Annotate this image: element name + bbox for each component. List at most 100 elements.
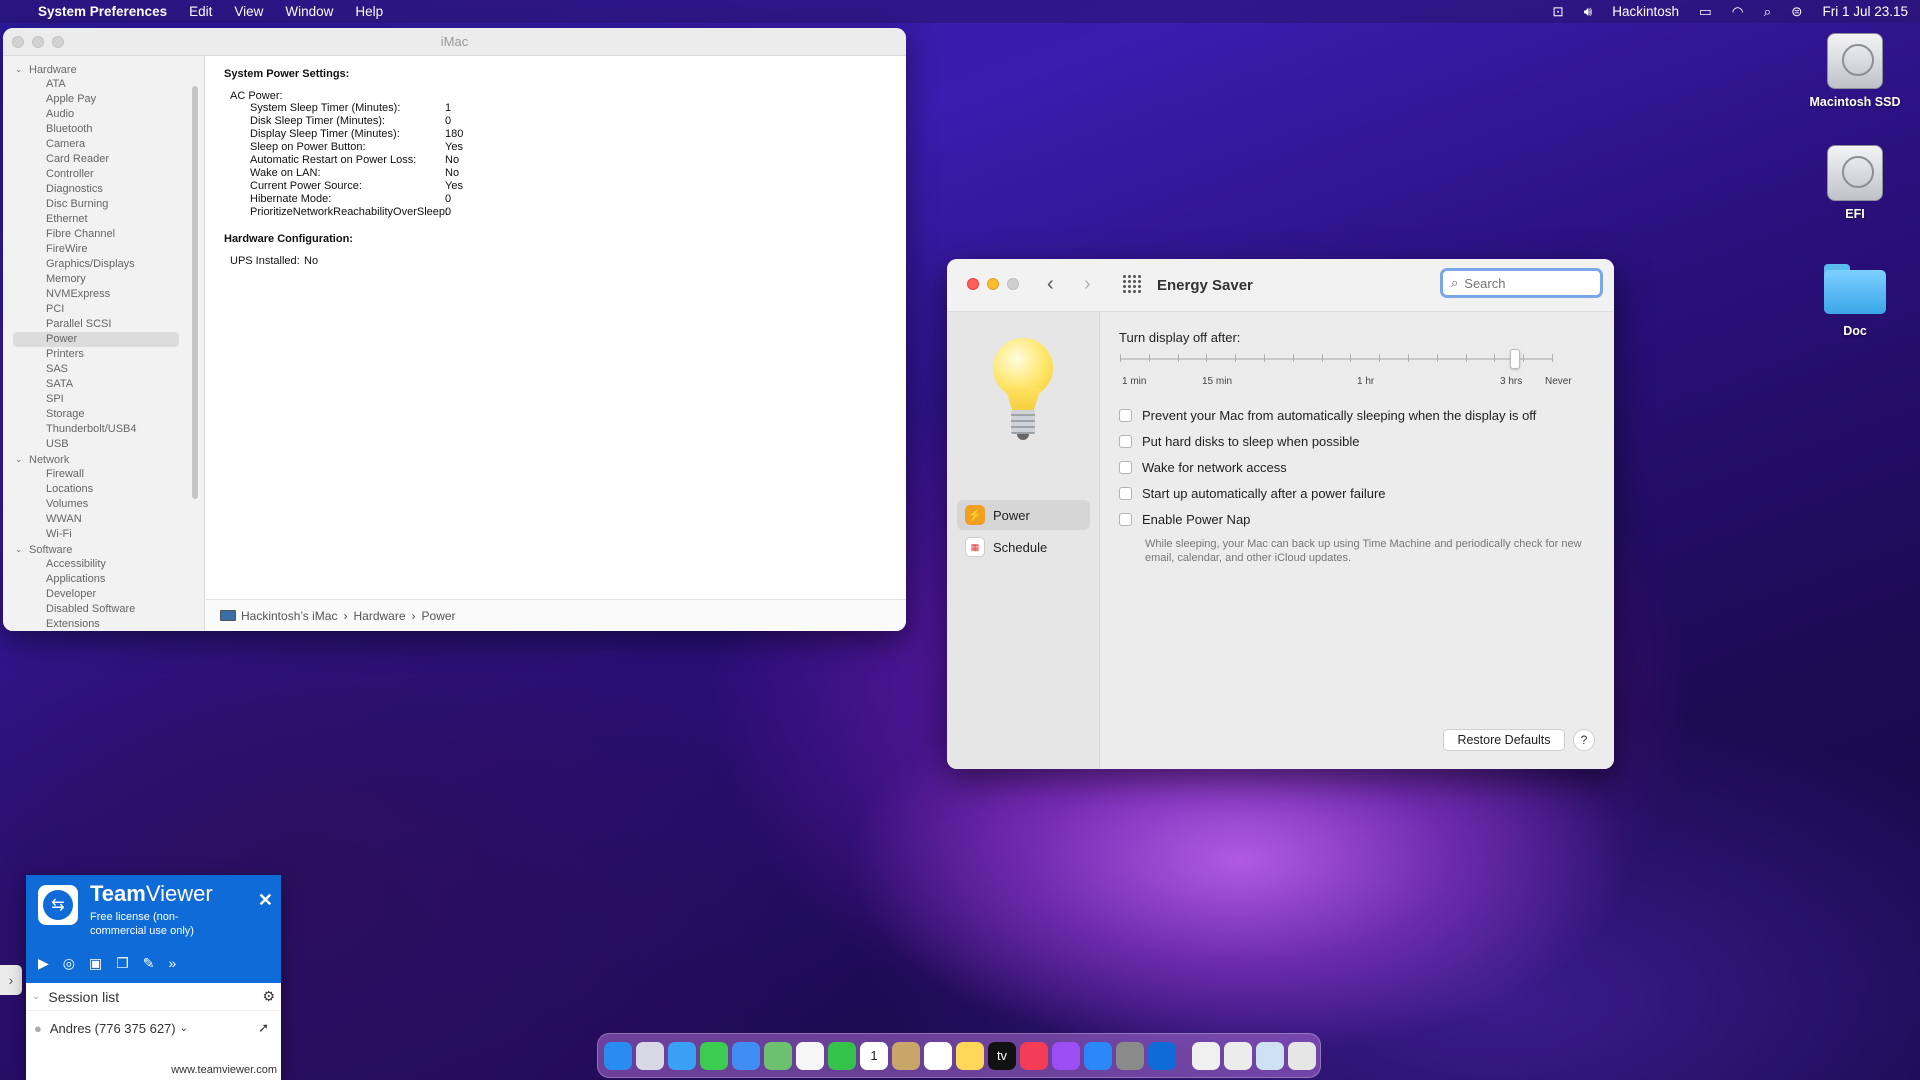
- window-titlebar[interactable]: ‹ › Energy Saver ⌕: [947, 259, 1614, 312]
- contacts-icon[interactable]: [892, 1041, 920, 1070]
- sidebar-item-camera[interactable]: Camera: [3, 137, 204, 152]
- files-icon[interactable]: ❐: [116, 955, 129, 972]
- gear-icon[interactable]: ⚙: [262, 988, 275, 1005]
- sidebar-group-hardware[interactable]: ⌄ Hardware: [3, 62, 204, 77]
- reminders-icon[interactable]: [924, 1041, 952, 1070]
- menu-app-name[interactable]: System Preferences: [38, 4, 167, 19]
- chevron-down-icon[interactable]: ⌄: [180, 1023, 188, 1034]
- tv-icon[interactable]: tv: [988, 1041, 1016, 1070]
- checkbox-row[interactable]: Prevent your Mac from automatically slee…: [1119, 408, 1536, 423]
- menu-help[interactable]: Help: [355, 4, 383, 19]
- facetime-icon[interactable]: [828, 1041, 856, 1070]
- tools-icon[interactable]: ✎: [143, 955, 155, 972]
- slider-knob[interactable]: [1510, 349, 1520, 369]
- photos-icon[interactable]: [796, 1041, 824, 1070]
- sidebar-scrollbar[interactable]: [192, 86, 198, 499]
- sidebar-item-nvmexpress[interactable]: NVMExpress: [3, 287, 204, 302]
- sidebar-item-developer[interactable]: Developer: [3, 587, 204, 602]
- sidebar-item-firewire[interactable]: FireWire: [3, 242, 204, 257]
- close-icon[interactable]: ✕: [258, 890, 273, 911]
- sysprefs-icon[interactable]: [1116, 1041, 1144, 1070]
- sidebar-item-disabled-software[interactable]: Disabled Software: [3, 602, 204, 617]
- sidebar-item-wi-fi[interactable]: Wi-Fi: [3, 527, 204, 542]
- sidebar-item-power[interactable]: Power: [13, 332, 179, 347]
- teamviewer-expand-tab[interactable]: ›: [0, 965, 22, 995]
- sidebar-item-firewall[interactable]: Firewall: [3, 467, 204, 482]
- wifi-icon[interactable]: ◠: [1732, 4, 1744, 20]
- minimize-button[interactable]: [987, 278, 999, 290]
- search-field[interactable]: ⌕: [1440, 268, 1603, 298]
- menu-view[interactable]: View: [234, 4, 263, 19]
- sidebar-item-card-reader[interactable]: Card Reader: [3, 152, 204, 167]
- checkbox-row[interactable]: Enable Power Nap: [1119, 512, 1250, 527]
- restore-defaults-button[interactable]: Restore Defaults: [1443, 729, 1565, 751]
- menu-window[interactable]: Window: [285, 4, 333, 19]
- trash-icon[interactable]: [1288, 1041, 1316, 1070]
- control-center-icon[interactable]: ⊜: [1791, 4, 1802, 20]
- sidebar-item-graphics-displays[interactable]: Graphics/Displays: [3, 257, 204, 272]
- checkbox[interactable]: [1119, 461, 1132, 474]
- teamviewer-url[interactable]: www.teamviewer.com: [171, 1064, 277, 1076]
- menu-edit[interactable]: Edit: [189, 4, 212, 19]
- flag-icon[interactable]: ▭: [1699, 4, 1712, 20]
- path-item[interactable]: Hackintosh’s iMac: [241, 609, 337, 623]
- teamviewer-icon[interactable]: [1148, 1041, 1176, 1070]
- safari-icon[interactable]: [668, 1041, 696, 1070]
- maps-icon[interactable]: [764, 1041, 792, 1070]
- sidebar-item-controller[interactable]: Controller: [3, 167, 204, 182]
- notes-icon[interactable]: [956, 1041, 984, 1070]
- headset-icon[interactable]: ◎: [63, 955, 75, 972]
- partner-row[interactable]: ● Andres (776 375 627) ⌄ ➚: [26, 1011, 281, 1045]
- sidebar-item-volumes[interactable]: Volumes: [3, 497, 204, 512]
- podcasts-icon[interactable]: [1052, 1041, 1080, 1070]
- sidebar-item-bluetooth[interactable]: Bluetooth: [3, 122, 204, 137]
- sidebar-item-ata[interactable]: ATA: [3, 77, 204, 92]
- sidebar-item-power[interactable]: ⚡ Power: [957, 500, 1090, 530]
- show-all-grid-icon[interactable]: [1123, 275, 1141, 293]
- sidebar-item-parallel-scsi[interactable]: Parallel SCSI: [3, 317, 204, 332]
- sidebar-item-spi[interactable]: SPI: [3, 392, 204, 407]
- folder-icon[interactable]: [1256, 1041, 1284, 1070]
- checkbox[interactable]: [1119, 487, 1132, 500]
- menu-clock[interactable]: Fri 1 Jul 23.15: [1822, 4, 1908, 19]
- sidebar-item-extensions[interactable]: Extensions: [3, 617, 204, 631]
- zoom-button[interactable]: [1007, 278, 1019, 290]
- checkbox-row[interactable]: Wake for network access: [1119, 460, 1287, 475]
- messages-icon[interactable]: [700, 1041, 728, 1070]
- sidebar-item-applications[interactable]: Applications: [3, 572, 204, 587]
- sidebar-item-storage[interactable]: Storage: [3, 407, 204, 422]
- sidebar-item-disc-burning[interactable]: Disc Burning: [3, 197, 204, 212]
- forward-icon[interactable]: ›: [1084, 273, 1091, 296]
- sidebar-item-locations[interactable]: Locations: [3, 482, 204, 497]
- activity-monitor-icon[interactable]: ⊡: [1552, 4, 1563, 20]
- path-item[interactable]: Power: [422, 609, 456, 623]
- document-icon[interactable]: [1224, 1041, 1252, 1070]
- launchpad-icon[interactable]: [636, 1041, 664, 1070]
- window-titlebar[interactable]: iMac: [3, 28, 906, 56]
- search-input[interactable]: [1464, 275, 1585, 291]
- finder-icon[interactable]: [604, 1041, 632, 1070]
- display-off-slider[interactable]: [1120, 349, 1553, 369]
- volume-icon[interactable]: 🔊︎: [1584, 4, 1593, 20]
- mail-icon[interactable]: [732, 1041, 760, 1070]
- desktop-icon-doc[interactable]: Doc: [1795, 264, 1915, 338]
- sidebar-item-sata[interactable]: SATA: [3, 377, 204, 392]
- menu-user-name[interactable]: Hackintosh: [1612, 4, 1679, 19]
- sidebar-item-audio[interactable]: Audio: [3, 107, 204, 122]
- music-icon[interactable]: [1020, 1041, 1048, 1070]
- close-button[interactable]: [967, 278, 979, 290]
- path-item[interactable]: Hardware: [353, 609, 405, 623]
- sidebar-group-software[interactable]: ⌄ Software: [3, 542, 204, 557]
- preview-icon[interactable]: [1192, 1041, 1220, 1070]
- sidebar-item-pci[interactable]: PCI: [3, 302, 204, 317]
- session-list-header[interactable]: ⌄ Session list ⚙: [26, 983, 281, 1011]
- desktop-icon-macintosh-ssd[interactable]: Macintosh SSD: [1795, 33, 1915, 109]
- sidebar-item-accessibility[interactable]: Accessibility: [3, 557, 204, 572]
- checkbox-row[interactable]: Start up automatically after a power fai…: [1119, 486, 1386, 501]
- back-icon[interactable]: ‹: [1047, 273, 1054, 296]
- sidebar-item-diagnostics[interactable]: Diagnostics: [3, 182, 204, 197]
- spotlight-icon[interactable]: ⌕: [1764, 4, 1772, 20]
- sidebar-item-printers[interactable]: Printers: [3, 347, 204, 362]
- video-icon[interactable]: ▶: [38, 955, 49, 972]
- sidebar-item-sas[interactable]: SAS: [3, 362, 204, 377]
